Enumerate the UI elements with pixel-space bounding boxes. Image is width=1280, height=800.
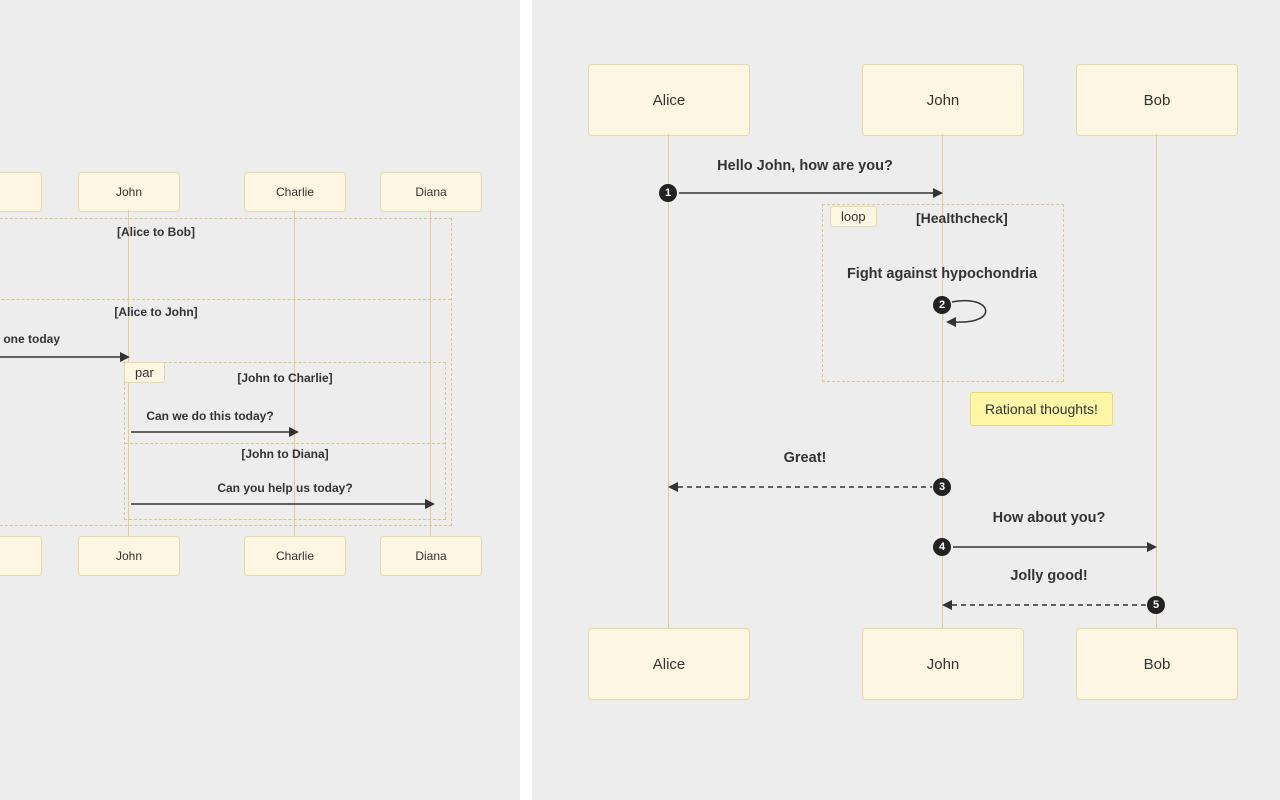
fragment-section-label: [Alice to John] <box>0 305 451 319</box>
arrow-left-icon <box>668 482 932 492</box>
sequence-badge: 5 <box>1147 596 1165 614</box>
actor-box <box>0 172 42 212</box>
arrow-right-icon <box>131 427 297 437</box>
fragment-label: loop <box>830 206 877 227</box>
arrow-right-icon <box>679 188 943 198</box>
fragment-divider <box>0 299 451 300</box>
actor-box: Charlie <box>244 536 346 576</box>
self-loop-icon <box>942 294 1002 334</box>
actor-box: Bob <box>1076 628 1238 700</box>
left-diagram-panel: John Charlie Diana [Alice to Bob] [Alice… <box>0 0 520 800</box>
fragment-loop <box>822 204 1064 382</box>
actor-box: Alice <box>588 628 750 700</box>
message-label: Can you help us today? <box>125 481 445 495</box>
note: Rational thoughts! <box>970 392 1113 426</box>
fragment-par-inner: par [John to Charlie] Can we do this tod… <box>124 362 446 520</box>
fragment-title: [Healthcheck] <box>916 210 1008 226</box>
arrow-left-icon <box>942 600 1146 610</box>
actor-box: Diana <box>380 536 482 576</box>
fragment-section-label: [John to Diana] <box>125 447 445 461</box>
lifeline <box>668 134 669 628</box>
message-label: Jolly good! <box>942 568 1156 584</box>
sequence-badge: 3 <box>933 478 951 496</box>
actor-box: Diana <box>380 172 482 212</box>
actor-box: John <box>78 536 180 576</box>
message-label: Hello John, how are you? <box>668 158 942 174</box>
actor-box: John <box>862 64 1024 136</box>
fragment-divider <box>125 443 445 444</box>
actor-box <box>0 536 42 576</box>
sequence-badge: 4 <box>933 538 951 556</box>
message-label: How about you? <box>942 510 1156 526</box>
right-diagram-panel: Alice John Bob Hello John, how are you? … <box>532 0 1280 800</box>
arrow-right-icon <box>131 499 433 509</box>
arrow-right-icon <box>0 352 128 362</box>
arrow-right-icon <box>953 542 1157 552</box>
actor-box: Bob <box>1076 64 1238 136</box>
actor-box: Alice <box>588 64 750 136</box>
fragment-section-label: [John to Charlie] <box>125 371 445 385</box>
actor-box: Charlie <box>244 172 346 212</box>
actor-box: John <box>862 628 1024 700</box>
message-label: Can we do this today? <box>125 409 295 423</box>
message-label: Great! <box>668 450 942 466</box>
message-label: one today <box>0 332 60 346</box>
sequence-badge: 1 <box>659 184 677 202</box>
actor-box: John <box>78 172 180 212</box>
message-label: Fight against hypochondria <box>822 266 1062 282</box>
lifeline <box>1156 134 1157 628</box>
panel-divider <box>520 0 532 800</box>
fragment-section-label: [Alice to Bob] <box>0 225 451 239</box>
